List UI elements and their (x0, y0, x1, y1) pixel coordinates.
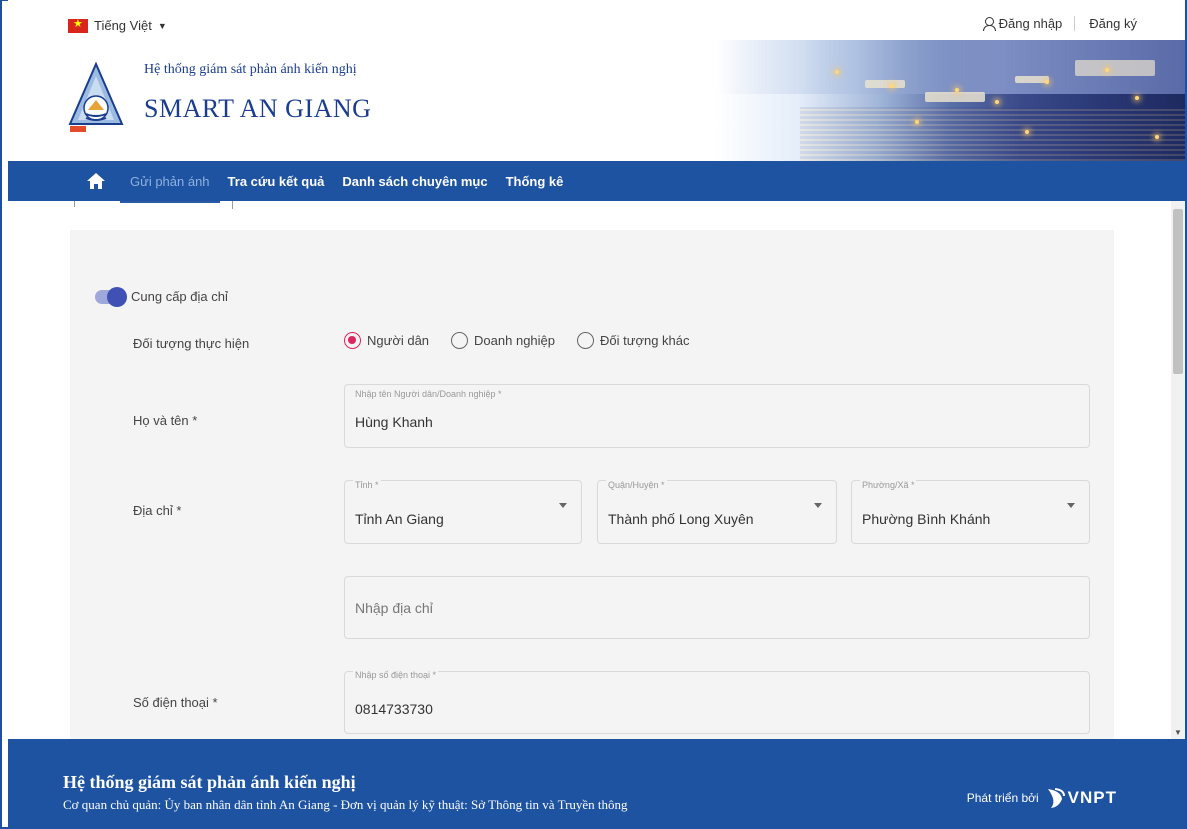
phone-input[interactable]: Nhập số điện thoại * 0814733730 (344, 670, 1090, 734)
radio-citizen[interactable]: Người dân (344, 332, 429, 349)
phone-floating-label: Nhập số điện thoại * (353, 670, 439, 680)
toggle-label: Cung cấp địa chỉ (131, 289, 228, 304)
footer-title: Hệ thống giám sát phản ánh kiến nghị (63, 772, 356, 792)
province-value: Tỉnh An Giang (355, 511, 444, 527)
dropdown-caret-icon (1067, 503, 1075, 508)
site-footer: Hệ thống giám sát phản ánh kiến nghị Cơ … (8, 739, 1185, 829)
auth-links: Đăng nhập Đăng ký (982, 16, 1137, 31)
home-icon[interactable] (86, 172, 106, 190)
radio-label: Doanh nghiệp (474, 333, 556, 348)
caret-down-icon: ▼ (157, 20, 167, 31)
vietnam-flag-icon (68, 17, 88, 33)
radio-business[interactable]: Doanh nghiệp (451, 332, 555, 349)
an-giang-logo (68, 62, 124, 132)
subject-label: Đối tượng thực hiện (133, 336, 250, 351)
main-nav: Gửi phản ánh Tra cứu kết quả Danh sách c… (8, 161, 1185, 201)
street-address-input[interactable]: Nhập địa chỉ (344, 576, 1090, 639)
radio-label: Đối tượng khác (600, 333, 690, 348)
login-label: Đăng nhập (998, 16, 1063, 31)
ward-value: Phường Bình Khánh (862, 511, 991, 527)
name-value: Hùng Khanh (355, 414, 433, 430)
district-select[interactable]: Quận/Huyện * Thành phố Long Xuyên (597, 480, 837, 544)
nav-item-lookup-results[interactable]: Tra cứu kết quả (228, 174, 325, 189)
footer-subtitle: Cơ quan chủ quản: Ủy ban nhân dân tỉnh A… (63, 797, 628, 812)
tab-divider (232, 201, 233, 209)
province-select[interactable]: Tỉnh * Tỉnh An Giang (344, 480, 582, 544)
user-icon (982, 16, 996, 31)
provide-address-toggle[interactable] (95, 286, 127, 307)
subject-radio-group: Người dân Doanh nghiệp Đối tượng khác (344, 332, 712, 349)
name-input[interactable]: Nhập tên Người dân/Doanh nghiệp * Hùng K… (344, 384, 1090, 448)
provide-address-toggle-row[interactable]: Cung cấp địa chỉ (95, 286, 228, 307)
developed-by-label: Phát triển bởi (966, 791, 1039, 805)
banner-image (715, 40, 1185, 161)
scrollbar-thumb[interactable] (1173, 209, 1183, 374)
province-floating-label: Tỉnh * (353, 480, 381, 490)
radio-label: Người dân (367, 333, 430, 348)
language-selector[interactable]: Tiếng Việt ▼ (68, 17, 167, 33)
name-label: Họ và tên * (133, 413, 198, 428)
ward-floating-label: Phường/Xã * (860, 480, 917, 490)
scroll-down-icon[interactable]: ▼ (1174, 728, 1182, 737)
address-label: Địa chỉ * (133, 503, 182, 518)
district-value: Thành phố Long Xuyên (608, 511, 754, 527)
system-subtitle: Hệ thống giám sát phản ánh kiến nghị (144, 62, 357, 77)
nav-item-send-feedback[interactable]: Gửi phản ánh (130, 174, 210, 189)
vertical-scrollbar[interactable]: ▼ (1171, 201, 1185, 739)
radio-circle (451, 332, 469, 349)
radio-circle (344, 332, 361, 349)
vnpt-swirl-icon (1047, 788, 1065, 808)
register-link[interactable]: Đăng ký (1075, 16, 1137, 31)
district-floating-label: Quận/Huyện * (606, 480, 667, 490)
site-header: Tiếng Việt ▼ Đăng nhập Đăng ký Hệ thống … (8, 0, 1185, 161)
language-label: Tiếng Việt (94, 18, 152, 33)
dropdown-caret-icon (814, 503, 822, 508)
nav-item-category-list[interactable]: Danh sách chuyên mục (342, 174, 487, 189)
phone-value: 0814733730 (355, 701, 433, 717)
login-link[interactable]: Đăng nhập (982, 16, 1076, 31)
dropdown-caret-icon (559, 503, 567, 508)
street-address-placeholder: Nhập địa chỉ (355, 600, 433, 616)
vnpt-text: VNPT (1067, 788, 1117, 807)
nav-item-statistics[interactable]: Thống kê (506, 174, 564, 189)
tab-underline (120, 201, 220, 203)
phone-label: Số điện thoại * (133, 695, 218, 710)
ward-select[interactable]: Phường/Xã * Phường Bình Khánh (851, 480, 1090, 544)
radio-other[interactable]: Đối tượng khác (577, 332, 690, 349)
radio-circle (577, 332, 595, 349)
developer-credit: Phát triển bởi VNPT (967, 787, 1117, 809)
system-title: SMART AN GIANG (144, 94, 372, 123)
tab-divider (74, 201, 75, 207)
vnpt-logo: VNPT (1045, 787, 1117, 809)
name-floating-label: Nhập tên Người dân/Doanh nghiệp * (355, 389, 502, 399)
